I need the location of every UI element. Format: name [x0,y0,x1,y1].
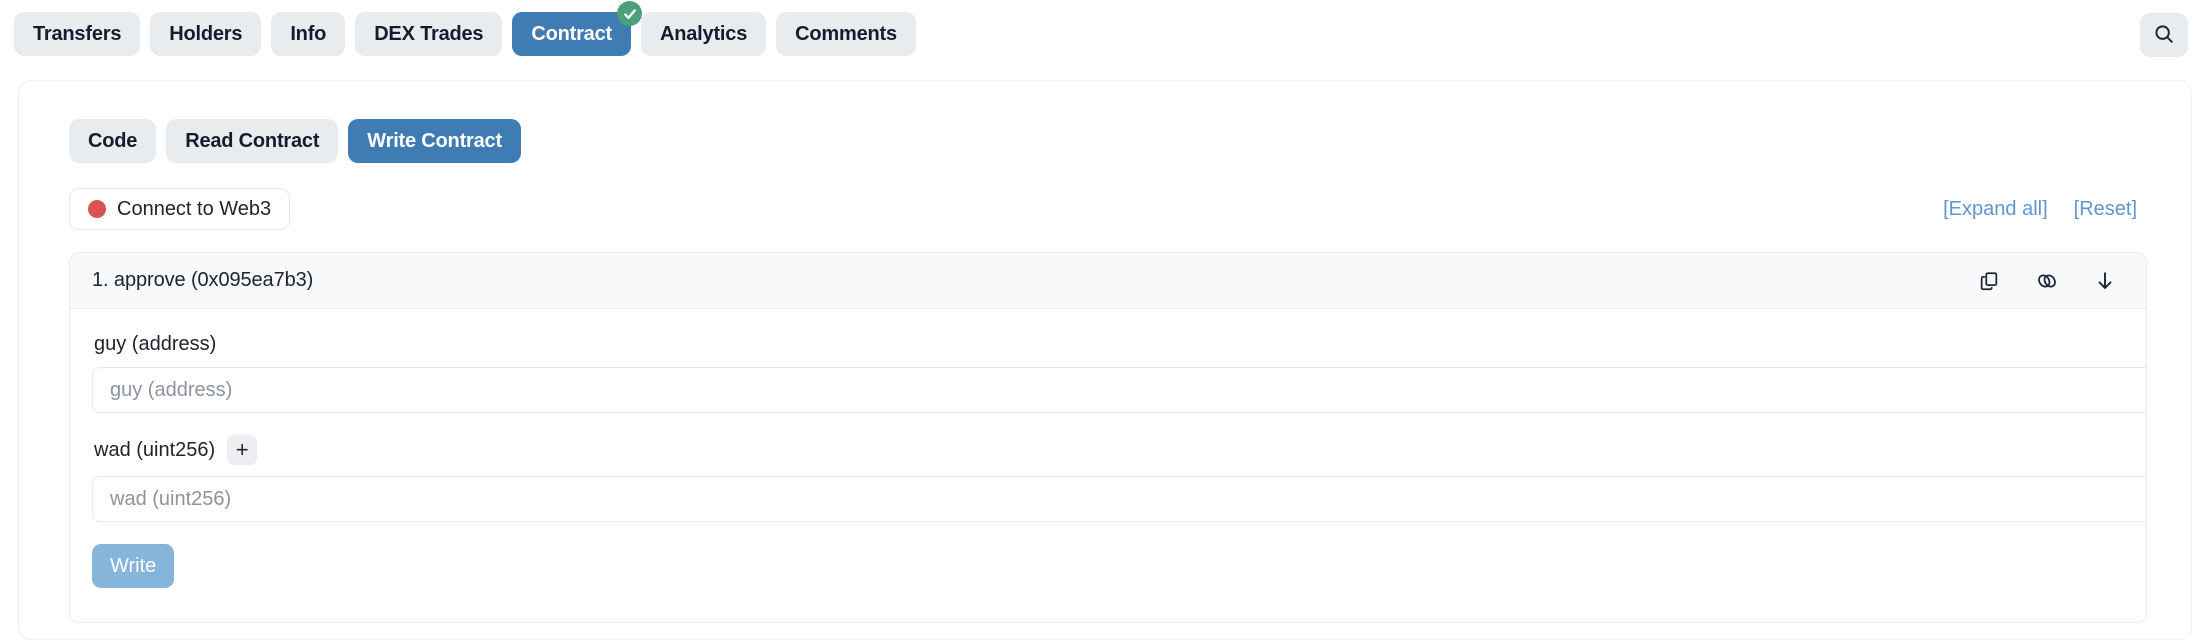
top-tab-bar: Transfers Holders Info DEX Trades Contra… [0,0,2210,68]
subtab-read-contract[interactable]: Read Contract [166,119,339,163]
function-title: 1. approve (0x095ea7b3) [92,269,314,291]
subtab-code[interactable]: Code [69,119,157,163]
tab-label: Analytics [660,22,748,45]
function-header-actions [1976,268,2124,294]
reset-link[interactable]: [Reset] [2074,198,2137,221]
copy-icon[interactable] [1976,268,2002,294]
tab-label: Comments [795,22,897,45]
field-label-wad: wad (uint256) + [94,435,2124,465]
function-header[interactable]: 1. approve (0x095ea7b3) [70,253,2146,309]
tab-info[interactable]: Info [271,12,346,56]
web3-toolbar: Connect to Web3 [Expand all] [Reset] [69,188,2147,230]
subtab-label: Read Contract [185,129,320,152]
wad-uint256-input[interactable] [92,476,2146,522]
subtab-label: Code [88,129,138,152]
tab-label: Contract [531,22,612,45]
tab-analytics[interactable]: Analytics [641,12,767,56]
field-wad: wad (uint256) + [92,435,2146,522]
accordion-controls: [Expand all] [Reset] [1943,198,2147,221]
tab-dex-trades[interactable]: DEX Trades [355,12,503,56]
search-icon [2153,23,2175,48]
field-label-text: wad (uint256) [94,438,216,461]
search-button[interactable] [2140,13,2188,57]
guy-address-input[interactable] [92,367,2146,413]
add-wad-multiplier-button[interactable]: + [227,435,258,465]
tab-label: Info [290,22,327,45]
verified-check-icon [617,1,642,26]
subtab-label: Write Contract [367,129,502,152]
contract-card: Code Read Contract Write Contract Connec… [18,80,2192,640]
tab-list: Transfers Holders Info DEX Trades Contra… [14,1,916,56]
subtab-write-contract[interactable]: Write Contract [348,119,521,163]
tab-label: Transfers [33,22,122,45]
connect-to-web3-button[interactable]: Connect to Web3 [69,188,291,230]
field-label-guy: guy (address) [94,333,2124,356]
link-icon[interactable] [2034,268,2060,294]
tab-label: DEX Trades [374,22,484,45]
field-label-text: guy (address) [94,333,217,355]
tab-holders[interactable]: Holders [150,12,262,56]
tab-transfers[interactable]: Transfers [14,12,141,56]
function-body: guy (address) wad (uint256) + Write [70,309,2146,622]
tab-contract[interactable]: Contract [512,1,642,56]
expand-all-link[interactable]: [Expand all] [1943,198,2048,221]
tab-comments[interactable]: Comments [776,12,916,56]
red-dot-icon [88,200,106,218]
tab-label: Holders [169,22,243,45]
write-submit-button[interactable]: Write [92,544,175,588]
download-arrow-icon[interactable] [2092,268,2118,294]
function-panel-approve: 1. approve (0x095ea7b3) guy (address) gu… [69,252,2147,623]
connect-label: Connect to Web3 [117,197,272,220]
contract-subtab-list: Code Read Contract Write Contract [69,119,2159,163]
field-guy: guy (address) [92,333,2146,413]
